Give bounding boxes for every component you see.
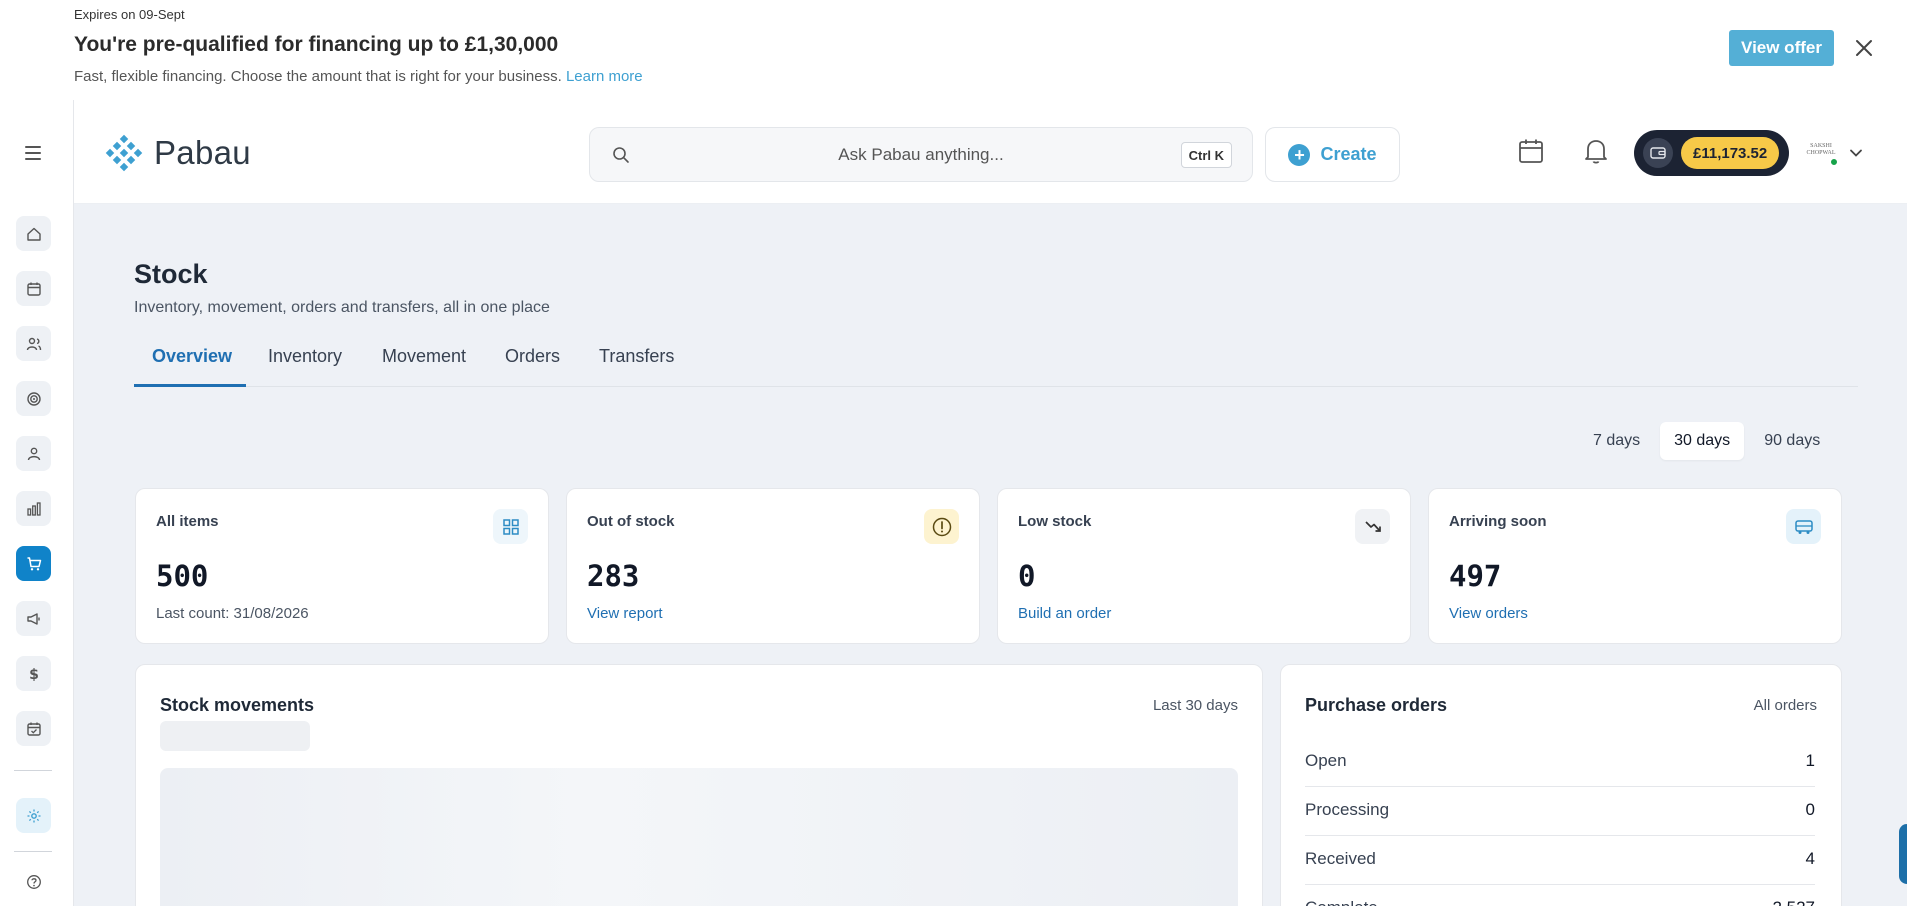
panel-period: Last 30 days	[1152, 697, 1238, 714]
range-7-days[interactable]: 7 days	[1579, 422, 1654, 460]
card-value: 497	[1449, 559, 1502, 593]
brand-name: Pabau	[154, 134, 251, 171]
panel-title: Purchase orders	[1305, 695, 1448, 715]
tab-transfers[interactable]: Transfers	[599, 346, 674, 367]
nav-marketing-icon[interactable]	[16, 601, 51, 636]
po-row-value: 4	[1805, 849, 1815, 868]
stock-movements-panel: Stock movements Last 30 days	[135, 664, 1263, 906]
card-value: 500	[156, 559, 209, 593]
nav-finance-icon[interactable]: $	[16, 656, 51, 691]
wallet-amount: £11,173.52	[1681, 137, 1780, 169]
active-tab-indicator	[134, 384, 246, 387]
search-input[interactable]: Ask Pabau anything... Ctrl K	[589, 127, 1253, 182]
view-orders-link[interactable]: View orders	[1449, 605, 1528, 622]
banner-expires: Expires on 09-Sept	[74, 7, 185, 22]
po-row-label: Received	[1305, 849, 1376, 868]
nav-user-icon[interactable]	[16, 436, 51, 471]
nav-target-icon[interactable]	[16, 381, 51, 416]
nav-home-icon[interactable]	[16, 216, 51, 251]
stock-tabs: Overview Inventory Movement Orders Trans…	[134, 326, 1858, 387]
card-all-items: All items 500 Last count: 31/08/2026	[135, 488, 549, 644]
avatar-text: SAKSHI CHOPWAL	[1806, 143, 1836, 156]
banner-subtext: Fast, flexible financing. Choose the amo…	[74, 68, 643, 85]
range-90-days[interactable]: 90 days	[1750, 422, 1834, 460]
learn-more-link[interactable]: Learn more	[566, 68, 643, 85]
nav-reports-icon[interactable]	[16, 491, 51, 526]
tab-inventory[interactable]: Inventory	[268, 346, 342, 367]
po-row-processing[interactable]: Processing 0	[1305, 787, 1815, 836]
date-range-selector: 7 days 30 days 90 days	[1579, 422, 1834, 460]
avatar[interactable]: SAKSHI CHOPWAL	[1803, 133, 1839, 169]
brand-logo[interactable]: Pabau	[104, 132, 251, 174]
nav-schedule-icon[interactable]	[16, 711, 51, 746]
loading-skeleton	[160, 721, 310, 751]
bell-icon[interactable]	[1583, 137, 1609, 170]
search-shortcut: Ctrl K	[1180, 142, 1232, 168]
left-nav-rail: $	[0, 100, 74, 906]
menu-icon[interactable]	[25, 146, 41, 160]
page-title: Stock	[134, 259, 208, 289]
all-orders-link[interactable]: All orders	[1754, 697, 1817, 714]
card-value: 283	[587, 559, 640, 593]
main-content: Stock Inventory, movement, orders and tr…	[74, 204, 1907, 906]
truck-icon	[1786, 509, 1821, 544]
view-report-link[interactable]: View report	[587, 605, 663, 622]
calendar-icon[interactable]	[1517, 137, 1545, 170]
card-label: Arriving soon	[1449, 513, 1547, 530]
search-placeholder: Ask Pabau anything...	[838, 145, 1004, 164]
card-label: Out of stock	[587, 513, 675, 530]
trend-down-icon	[1355, 509, 1390, 544]
panel-title: Stock movements	[160, 695, 315, 715]
po-row-value: 2,527	[1772, 898, 1815, 906]
card-value: 0	[1018, 559, 1036, 593]
financing-banner: Expires on 09-Sept You're pre-qualified …	[0, 0, 1907, 100]
view-offer-button[interactable]: View offer	[1729, 30, 1834, 66]
card-label: Low stock	[1018, 513, 1092, 530]
chevron-down-icon[interactable]	[1849, 145, 1863, 163]
banner-headline: You're pre-qualified for financing up to…	[74, 33, 559, 56]
tab-orders[interactable]: Orders	[505, 346, 560, 367]
tab-movement[interactable]: Movement	[382, 346, 466, 367]
pabau-logo-icon	[105, 134, 143, 172]
top-header: Pabau Ask Pabau anything... Ctrl K + Cre…	[74, 100, 1907, 204]
side-widget-tab[interactable]	[1899, 824, 1907, 884]
nav-sparkle-icon[interactable]	[16, 798, 51, 833]
card-out-of-stock: Out of stock 283 View report	[566, 488, 980, 644]
create-label: Create	[1320, 144, 1377, 164]
po-row-received[interactable]: Received 4	[1305, 836, 1815, 885]
build-order-link[interactable]: Build an order	[1018, 605, 1111, 622]
purchase-orders-panel: Purchase orders All orders Open 1 Proces…	[1280, 664, 1842, 906]
card-footnote: Last count: 31/08/2026	[156, 605, 309, 622]
online-status-dot	[1829, 157, 1839, 167]
nav-calendar-icon[interactable]	[16, 271, 51, 306]
nav-divider	[14, 770, 52, 771]
po-row-complete[interactable]: Complete 2,527	[1305, 885, 1815, 906]
po-row-label: Complete	[1305, 898, 1378, 906]
svg-text:$: $	[29, 667, 39, 682]
wallet-balance-button[interactable]: £11,173.52	[1634, 130, 1789, 176]
create-button[interactable]: + Create	[1265, 127, 1400, 182]
nav-divider	[14, 851, 52, 852]
wallet-icon	[1643, 138, 1673, 168]
range-30-days[interactable]: 30 days	[1660, 422, 1745, 460]
close-icon[interactable]	[1852, 36, 1876, 60]
nav-clients-icon[interactable]	[16, 326, 51, 361]
chart-loading-skeleton	[160, 768, 1238, 906]
banner-subtext-body: Fast, flexible financing. Choose the amo…	[74, 68, 562, 85]
nav-help-icon[interactable]	[16, 864, 51, 899]
tab-overview[interactable]: Overview	[152, 346, 232, 367]
po-row-value: 1	[1805, 751, 1815, 770]
card-label: All items	[156, 513, 219, 530]
po-row-label: Open	[1305, 751, 1347, 770]
po-row-label: Processing	[1305, 800, 1390, 819]
grid-icon	[493, 509, 528, 544]
card-arriving-soon: Arriving soon 497 View orders	[1428, 488, 1842, 644]
po-row-open[interactable]: Open 1	[1305, 738, 1815, 787]
po-row-value: 0	[1805, 800, 1815, 819]
page-subtitle: Inventory, movement, orders and transfer…	[134, 299, 550, 316]
nav-stock-cart-icon[interactable]	[16, 546, 51, 581]
alert-circle-icon	[924, 509, 959, 544]
plus-icon: +	[1288, 143, 1311, 166]
card-low-stock: Low stock 0 Build an order	[997, 488, 1411, 644]
